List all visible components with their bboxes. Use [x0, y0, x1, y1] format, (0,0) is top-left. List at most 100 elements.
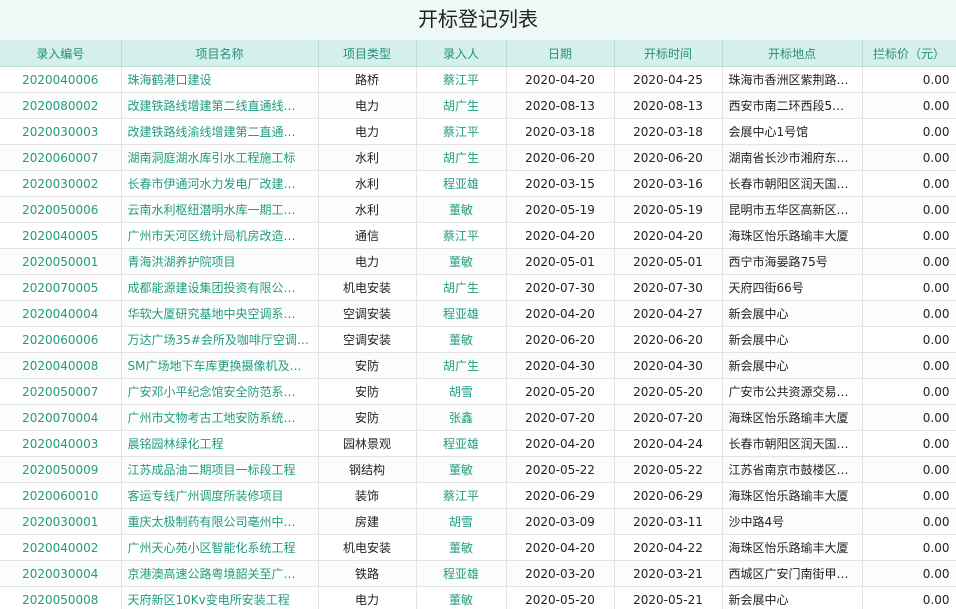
cell-date: 2020-04-20	[506, 222, 615, 249]
cell-code[interactable]: 2020030004	[0, 560, 122, 587]
cell-project-name[interactable]: SM广场地下车库更换摄像机及…	[121, 352, 319, 379]
column-header-price[interactable]: 拦标价（元）	[862, 40, 956, 67]
cell-code[interactable]: 2020050007	[0, 378, 122, 405]
cell-project-name[interactable]: 万达广场35#会所及咖啡厅空调…	[121, 326, 319, 353]
cell-code[interactable]: 2020050001	[0, 248, 122, 275]
cell-recorder[interactable]: 蔡江平	[416, 222, 507, 249]
cell-project-name[interactable]: 广州市文物考古工地安防系统…	[121, 404, 319, 431]
table-row[interactable]: 2020060010 客运专线广州调度所装修项目 装饰 蔡江平 2020-06-29 20…	[0, 482, 956, 509]
cell-recorder[interactable]: 胡广生	[416, 274, 507, 301]
table-row[interactable]: 2020050008 天府新区10Kv变电所安装工程 电力 董敏 2020-05-20 2…	[0, 586, 956, 609]
cell-project-name[interactable]: 晨铭园林绿化工程	[121, 430, 319, 457]
cell-recorder[interactable]: 胡广生	[416, 352, 507, 379]
cell-project-name[interactable]: 广州天心苑小区智能化系统工程	[121, 534, 319, 561]
cell-code[interactable]: 2020040003	[0, 430, 122, 457]
cell-recorder[interactable]: 胡雪	[416, 378, 507, 405]
table-row[interactable]: 2020050006 云南水利枢纽潜明水库一期工… 水利 董敏 2020-05-19 20…	[0, 196, 956, 223]
cell-recorder[interactable]: 胡广生	[416, 92, 507, 119]
table-row[interactable]: 2020070004 广州市文物考古工地安防系统… 安防 张鑫 2020-07-20 20…	[0, 404, 956, 431]
cell-recorder[interactable]: 胡雪	[416, 508, 507, 535]
cell-project-name[interactable]: 广州市天河区统计局机房改造…	[121, 222, 319, 249]
table-row[interactable]: 2020030002 长春市伊通河水力发电厂改建… 水利 程亚雄 2020-03-15 2…	[0, 170, 956, 197]
cell-project-name[interactable]: 长春市伊通河水力发电厂改建…	[121, 170, 319, 197]
cell-recorder[interactable]: 蔡江平	[416, 482, 507, 509]
cell-recorder[interactable]: 董敏	[416, 326, 507, 353]
column-header-open-place[interactable]: 开标地点	[722, 40, 863, 67]
table-row[interactable]: 2020050009 江苏成品油二期项目一标段工程 钢结构 董敏 2020-05-22 2…	[0, 456, 956, 483]
cell-recorder[interactable]: 程亚雄	[416, 560, 507, 587]
cell-code[interactable]: 2020040006	[0, 66, 122, 93]
cell-project-name[interactable]: 广安邓小平纪念馆安全防范系…	[121, 378, 319, 405]
cell-project-type: 安防	[318, 378, 417, 405]
cell-code[interactable]: 2020060007	[0, 144, 122, 171]
cell-project-name[interactable]: 改建铁路线增建第二线直通线…	[121, 92, 319, 119]
column-header-date[interactable]: 日期	[506, 40, 615, 67]
cell-project-name[interactable]: 重庆太极制药有限公司亳州中…	[121, 508, 319, 535]
table-row[interactable]: 2020060006 万达广场35#会所及咖啡厅空调… 空调安装 董敏 2020-06-…	[0, 326, 956, 353]
table-row[interactable]: 2020040002 广州天心苑小区智能化系统工程 机电安装 董敏 2020-04-20…	[0, 534, 956, 561]
cell-code[interactable]: 2020050009	[0, 456, 122, 483]
cell-project-name[interactable]: 客运专线广州调度所装修项目	[121, 482, 319, 509]
cell-code[interactable]: 2020080002	[0, 92, 122, 119]
table-row[interactable]: 2020050007 广安邓小平纪念馆安全防范系… 安防 胡雪 2020-05-20 20…	[0, 378, 956, 405]
cell-code[interactable]: 2020050006	[0, 196, 122, 223]
cell-recorder[interactable]: 董敏	[416, 534, 507, 561]
cell-recorder[interactable]: 董敏	[416, 248, 507, 275]
cell-recorder[interactable]: 程亚雄	[416, 300, 507, 327]
table-row[interactable]: 2020040008 SM广场地下车库更换摄像机及… 安防 胡广生 2020-04-30…	[0, 352, 956, 379]
cell-price: 0.00	[862, 248, 956, 275]
table-row[interactable]: 2020040005 广州市天河区统计局机房改造… 通信 蔡江平 2020-04-20 2…	[0, 222, 956, 249]
table-row[interactable]: 2020040006 珠海鹤港口建设 路桥 蔡江平 2020-04-20 2020-04-…	[0, 66, 956, 93]
cell-recorder[interactable]: 董敏	[416, 196, 507, 223]
column-header-recorder[interactable]: 录入人	[416, 40, 507, 67]
cell-recorder[interactable]: 董敏	[416, 586, 507, 609]
table-row[interactable]: 2020040004 华软大厦研究基地中央空调系… 空调安装 程亚雄 2020-04-2…	[0, 300, 956, 327]
column-header-project-name[interactable]: 项目名称	[121, 40, 319, 67]
table-row[interactable]: 2020040003 晨铭园林绿化工程 园林景观 程亚雄 2020-04-20 2020-…	[0, 430, 956, 457]
table-row[interactable]: 2020030001 重庆太极制药有限公司亳州中… 房建 胡雪 2020-03-09 20…	[0, 508, 956, 535]
cell-recorder[interactable]: 董敏	[416, 456, 507, 483]
column-header-code[interactable]: 录入编号	[0, 40, 122, 67]
cell-project-name[interactable]: 青海洪湖养护院项目	[121, 248, 319, 275]
column-header-open-time[interactable]: 开标时间	[614, 40, 723, 67]
table-row[interactable]: 2020060007 湖南洞庭湖水库引水工程施工标 水利 胡广生 2020-06-20 2…	[0, 144, 956, 171]
table-row[interactable]: 2020070005 成都能源建设集团投资有限公… 机电安装 胡广生 2020-07-3…	[0, 274, 956, 301]
cell-project-name[interactable]: 华软大厦研究基地中央空调系…	[121, 300, 319, 327]
cell-code[interactable]: 2020050008	[0, 586, 122, 609]
cell-project-name[interactable]: 成都能源建设集团投资有限公…	[121, 274, 319, 301]
column-header-project-type[interactable]: 项目类型	[318, 40, 417, 67]
cell-recorder[interactable]: 程亚雄	[416, 430, 507, 457]
cell-recorder[interactable]: 蔡江平	[416, 118, 507, 145]
cell-date: 2020-05-20	[506, 586, 615, 609]
cell-recorder[interactable]: 张鑫	[416, 404, 507, 431]
cell-project-name[interactable]: 云南水利枢纽潜明水库一期工…	[121, 196, 319, 223]
cell-code[interactable]: 2020070005	[0, 274, 122, 301]
cell-project-name[interactable]: 京港澳高速公路粤境韶关至广…	[121, 560, 319, 587]
table-row[interactable]: 2020030003 改建铁路线渝线增建第二直通… 电力 蔡江平 2020-03-18 2…	[0, 118, 956, 145]
cell-open-time: 2020-06-20	[614, 144, 723, 171]
cell-recorder[interactable]: 程亚雄	[416, 170, 507, 197]
cell-code[interactable]: 2020070004	[0, 404, 122, 431]
cell-code[interactable]: 2020040008	[0, 352, 122, 379]
cell-project-name[interactable]: 湖南洞庭湖水库引水工程施工标	[121, 144, 319, 171]
cell-code[interactable]: 2020030003	[0, 118, 122, 145]
table-row[interactable]: 2020030004 京港澳高速公路粤境韶关至广… 铁路 程亚雄 2020-03-20 2…	[0, 560, 956, 587]
cell-code[interactable]: 2020040002	[0, 534, 122, 561]
cell-code[interactable]: 2020060010	[0, 482, 122, 509]
cell-project-name[interactable]: 天府新区10Kv变电所安装工程	[121, 586, 319, 609]
cell-code[interactable]: 2020030001	[0, 508, 122, 535]
cell-code[interactable]: 2020030002	[0, 170, 122, 197]
cell-open-time: 2020-03-21	[614, 560, 723, 587]
cell-open-place: 沙中路4号	[722, 508, 863, 535]
table-row[interactable]: 2020050001 青海洪湖养护院项目 电力 董敏 2020-05-01 2020-05…	[0, 248, 956, 275]
cell-code[interactable]: 2020040004	[0, 300, 122, 327]
cell-price: 0.00	[862, 66, 956, 93]
table-row[interactable]: 2020080002 改建铁路线增建第二线直通线… 电力 胡广生 2020-08-13 2…	[0, 92, 956, 119]
cell-project-name[interactable]: 改建铁路线渝线增建第二直通…	[121, 118, 319, 145]
cell-project-name[interactable]: 珠海鹤港口建设	[121, 66, 319, 93]
cell-project-name[interactable]: 江苏成品油二期项目一标段工程	[121, 456, 319, 483]
cell-recorder[interactable]: 蔡江平	[416, 66, 507, 93]
cell-code[interactable]: 2020060006	[0, 326, 122, 353]
cell-recorder[interactable]: 胡广生	[416, 144, 507, 171]
cell-code[interactable]: 2020040005	[0, 222, 122, 249]
